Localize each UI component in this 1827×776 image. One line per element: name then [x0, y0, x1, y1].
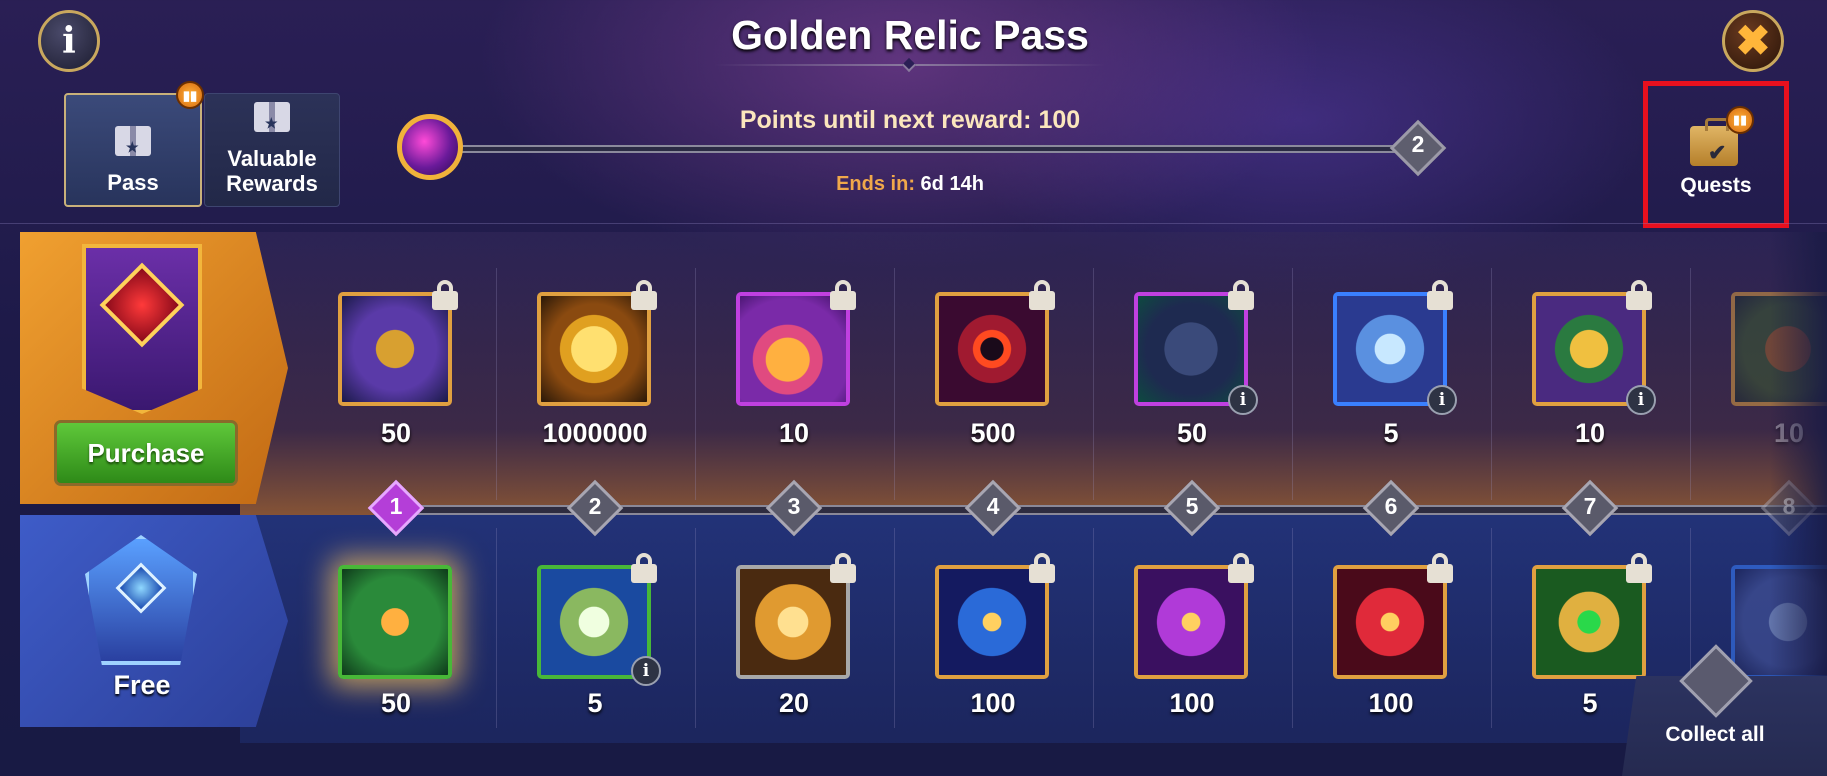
tab-pass-label: Pass [107, 170, 159, 195]
free-track-label: Free [113, 670, 171, 700]
purchase-button[interactable]: Purchase [54, 420, 238, 486]
lock-icon [830, 280, 856, 310]
lock-icon [1427, 553, 1453, 583]
tab-pass[interactable]: ★ Pass ▮▮ [64, 81, 204, 207]
fox-hero-token-icon [342, 296, 448, 402]
winged-gift-icon: ★ [254, 102, 290, 136]
info-button[interactable]: i [38, 10, 100, 72]
notification-badge-icon: ▮▮ [176, 81, 204, 109]
blue-lantern-box-icon [1337, 296, 1443, 402]
page-title: Golden Relic Pass [731, 12, 1089, 58]
item-info-button[interactable]: i [1228, 385, 1258, 415]
scroll-edge-fade [1770, 232, 1827, 743]
green-sun-key-icon [1536, 569, 1642, 675]
header-divider [0, 223, 1827, 224]
paid-reward-qty: 50 [1176, 418, 1208, 448]
lock-icon [1626, 553, 1652, 583]
lock-icon [1029, 553, 1055, 583]
quests-label: Quests [1680, 174, 1752, 197]
level-number: 6 [1384, 493, 1398, 519]
paid-reward-qty: 5 [1383, 418, 1399, 448]
item-info-button[interactable]: i [1626, 385, 1656, 415]
level-number: 7 [1583, 493, 1597, 519]
level-number: 4 [986, 493, 1000, 519]
lock-icon [631, 553, 657, 583]
item-info-button[interactable]: i [1427, 385, 1457, 415]
dark-chest-icon [1138, 296, 1244, 402]
lock-icon [1427, 280, 1453, 310]
free-reward-qty: 100 [1169, 688, 1215, 718]
paid-reward-qty: 10 [1574, 418, 1606, 448]
title-diamond [901, 57, 917, 73]
quests-badge-icon: ▮▮ [1726, 106, 1754, 134]
elixir-vial-icon [342, 569, 448, 675]
info-icon: i [62, 20, 76, 62]
sword-badge-icon [740, 569, 846, 675]
ends-in-value: 6d 14h [920, 173, 984, 195]
lock-icon [631, 280, 657, 310]
paid-reward-qty: 1000000 [542, 418, 648, 448]
lock-icon [432, 280, 458, 310]
gold-coin-icon [541, 296, 647, 402]
paid-reward-qty: 10 [778, 418, 810, 448]
free-reward-qty: 5 [587, 688, 603, 718]
lock-icon [830, 553, 856, 583]
next-level-number: 2 [1411, 131, 1425, 157]
pass-orb-icon [397, 114, 463, 180]
paid-reward-qty: 50 [380, 418, 412, 448]
lock-icon [1029, 280, 1055, 310]
paid-reward-qty: 500 [970, 418, 1016, 448]
level-number: 2 [588, 493, 602, 519]
level-number: 3 [787, 493, 801, 519]
gift-icon: ★ [115, 126, 151, 160]
pass-progress-bar [455, 145, 1417, 153]
collect-all-label: Collect all [1665, 723, 1765, 746]
level-number: 5 [1185, 493, 1199, 519]
briefcase-check-icon: ✔ ▮▮ [1684, 106, 1754, 166]
free-reward-qty: 100 [970, 688, 1016, 718]
free-reward-qty: 50 [380, 688, 412, 718]
lock-icon [1228, 280, 1254, 310]
tab-valuable-rewards-label: Valuable Rewards [226, 146, 318, 196]
red-emblem-icon [939, 296, 1045, 402]
level-number: 1 [389, 493, 403, 519]
points-until-next-reward: Points until next reward: 100 [739, 106, 1081, 134]
close-icon: ✖ [1735, 17, 1771, 64]
free-reward-1[interactable] [338, 565, 452, 679]
blue-eye-orb-icon [939, 569, 1045, 675]
free-reward-qty: 100 [1368, 688, 1414, 718]
golden-treasure-chest-icon [1536, 296, 1642, 402]
lock-icon [1626, 280, 1652, 310]
close-button[interactable]: ✖ [1722, 10, 1784, 72]
red-eye-orb-icon [1337, 569, 1443, 675]
potion-flask-icon [740, 296, 846, 402]
purple-eye-orb-icon [1138, 569, 1244, 675]
ends-in-label: Ends in: [836, 173, 915, 195]
tab-valuable-rewards[interactable]: ★ Valuable Rewards [204, 93, 340, 207]
free-reward-qty: 20 [778, 688, 810, 718]
green-lantern-box-icon [541, 569, 647, 675]
item-info-button[interactable]: i [631, 656, 661, 686]
ends-in-timer: Ends in: 6d 14h [690, 173, 1130, 196]
lock-icon [1228, 553, 1254, 583]
